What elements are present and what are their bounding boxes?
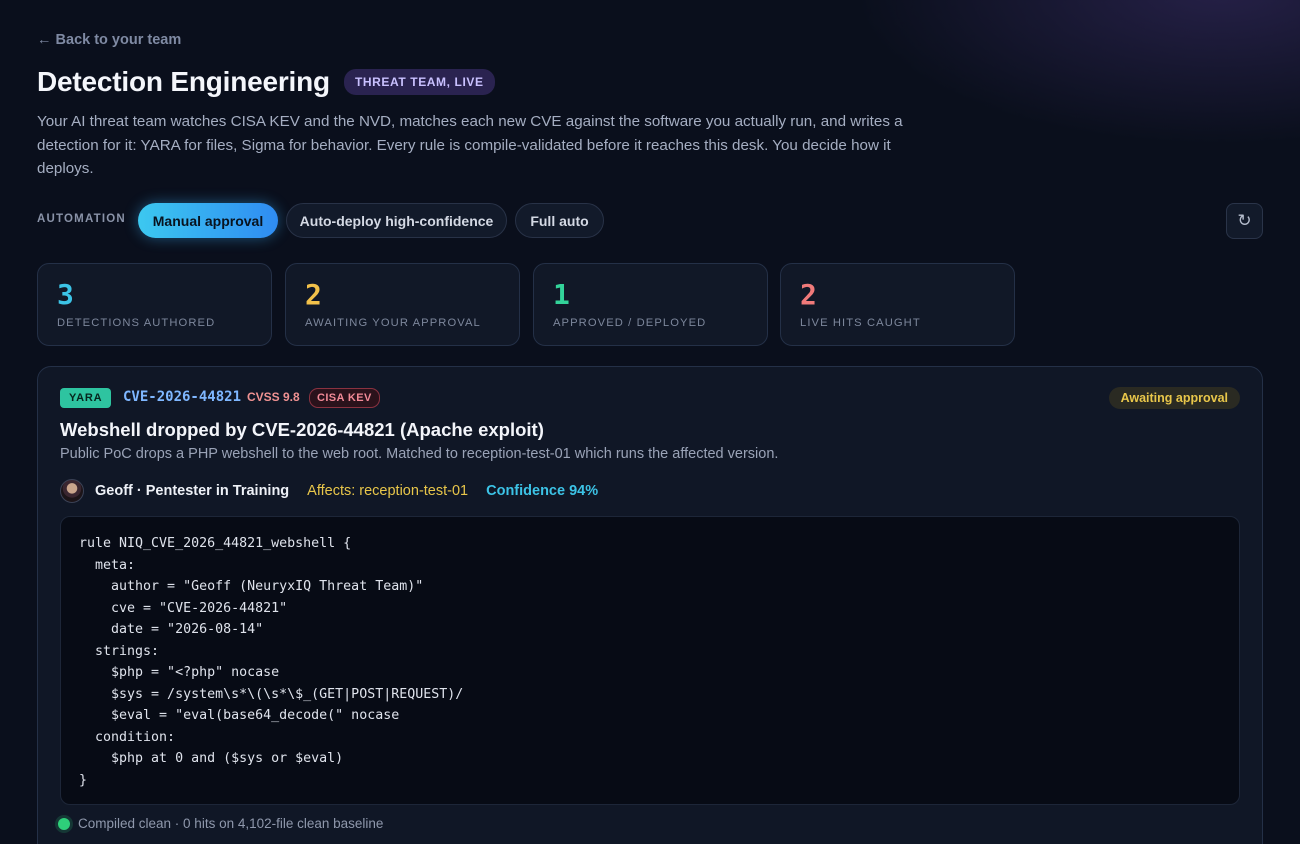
stat-value: 3 bbox=[57, 278, 74, 311]
compile-status-text: Compiled clean · 0 hits on 4,102-file cl… bbox=[78, 816, 384, 831]
detection-title: Webshell dropped by CVE-2026-44821 (Apac… bbox=[60, 419, 544, 440]
stat-value: 1 bbox=[553, 278, 570, 311]
detection-card[interactable]: YARA CVE-2026-44821 CVSS 9.8 CISA KEV Aw… bbox=[37, 366, 1263, 844]
status-dot-icon bbox=[58, 817, 70, 830]
stat-label: APPROVED / DEPLOYED bbox=[553, 317, 707, 329]
rule-type-badge: YARA bbox=[60, 388, 112, 408]
cvss-score: CVSS 9.8 bbox=[247, 390, 300, 404]
status-badge: Awaiting approval bbox=[1108, 387, 1240, 409]
back-link[interactable]: ← Back to your team bbox=[37, 32, 181, 48]
live-badge: THREAT TEAM, LIVE bbox=[343, 69, 495, 95]
full-auto-button[interactable]: Full auto bbox=[515, 203, 604, 238]
stat-label: DETECTIONS AUTHORED bbox=[57, 317, 216, 329]
rule-source: rule NIQ_CVE_2026_44821_webshell { meta:… bbox=[79, 536, 464, 788]
page-title: Detection Engineering bbox=[37, 66, 330, 97]
refresh-icon[interactable]: ↻ bbox=[1226, 203, 1263, 239]
stat-card-deployed: 1 APPROVED / DEPLOYED bbox=[533, 263, 768, 346]
author-name: Geoff · Pentester in Training bbox=[95, 483, 290, 499]
stat-card-authored: 3 DETECTIONS AUTHORED bbox=[37, 263, 272, 346]
title-row: Detection Engineering THREAT TEAM, LIVE bbox=[37, 66, 495, 98]
stat-card-hits: 2 LIVE HITS CAUGHT bbox=[780, 263, 1015, 346]
detection-header: YARA CVE-2026-44821 CVSS 9.8 CISA KEV Aw… bbox=[60, 387, 1240, 409]
page-description: Your AI threat team watches CISA KEV and… bbox=[37, 113, 903, 177]
cve-id[interactable]: CVE-2026-44821 bbox=[123, 389, 241, 405]
confidence-score: Confidence 94% bbox=[486, 483, 599, 499]
manual-approval-button[interactable]: Manual approval bbox=[138, 203, 278, 238]
auto-deploy-button[interactable]: Auto-deploy high-confidence bbox=[286, 203, 507, 238]
cisa-kev-badge: CISA KEV bbox=[309, 388, 380, 408]
stat-card-awaiting: 2 AWAITING YOUR APPROVAL bbox=[285, 263, 520, 346]
stat-label: LIVE HITS CAUGHT bbox=[800, 317, 921, 329]
detection-summary: Public PoC drops a PHP webshell to the w… bbox=[60, 446, 779, 462]
rule-code-block[interactable]: rule NIQ_CVE_2026_44821_webshell { meta:… bbox=[60, 516, 1240, 805]
automation-label: AUTOMATION bbox=[37, 213, 126, 225]
stat-value: 2 bbox=[305, 278, 322, 311]
stat-label: AWAITING YOUR APPROVAL bbox=[305, 317, 481, 329]
automation-controls: AUTOMATION Manual approval Auto-deploy h… bbox=[37, 203, 1263, 239]
avatar bbox=[60, 479, 84, 503]
compile-status: Compiled clean · 0 hits on 4,102-file cl… bbox=[58, 816, 383, 831]
author-row: Geoff · Pentester in Training Affects: r… bbox=[60, 478, 598, 504]
affects-host: Affects: reception-test-01 bbox=[307, 483, 469, 499]
stat-value: 2 bbox=[800, 278, 817, 311]
